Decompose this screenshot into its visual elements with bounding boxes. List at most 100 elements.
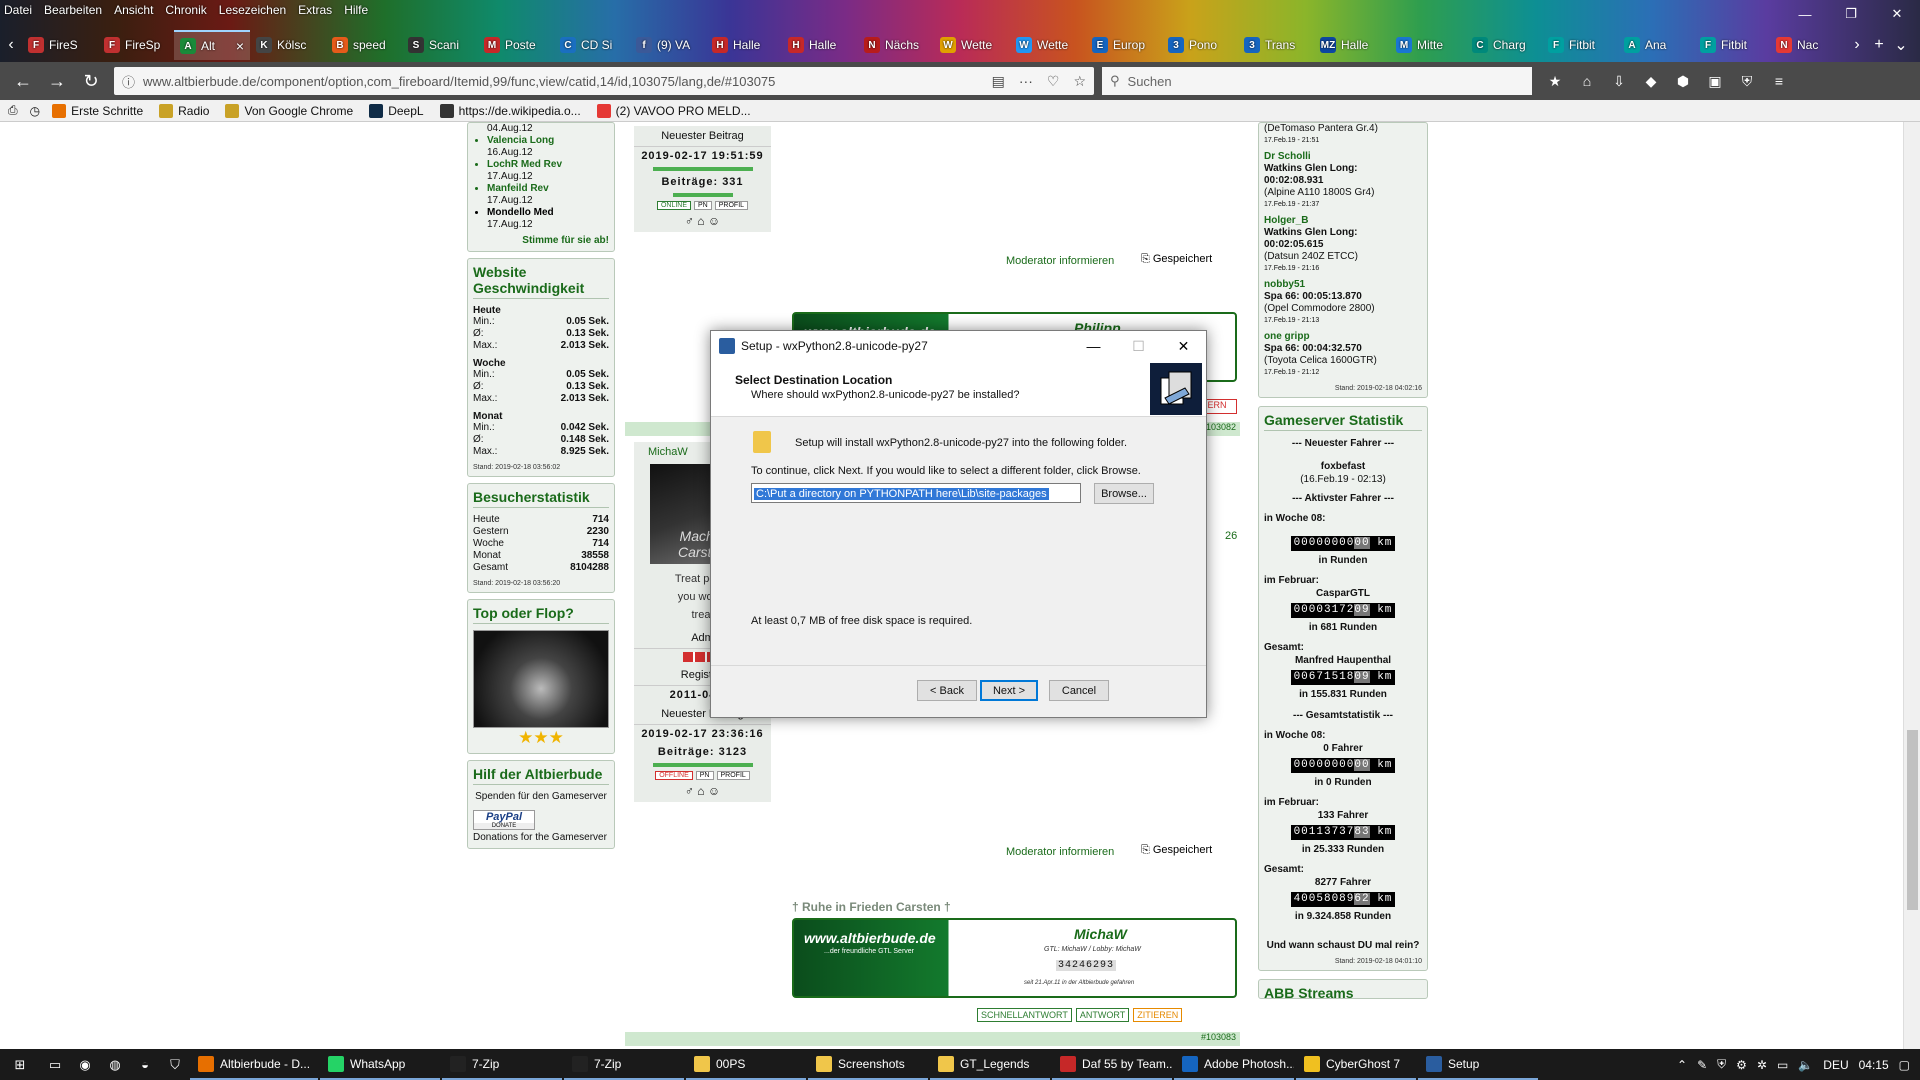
browser-tab[interactable]: H Halle <box>782 30 858 60</box>
taskbar-app[interactable]: Altbierbude - D... <box>190 1049 318 1080</box>
minimize-icon[interactable]: — <box>1782 0 1828 28</box>
taskbar-app[interactable]: Daf 55 by Team... <box>1052 1049 1172 1080</box>
adblock-icon[interactable]: ⬢ <box>1672 73 1694 90</box>
lap-user[interactable]: one gripp <box>1264 331 1422 343</box>
toplist-item[interactable]: Valencia Long16.Aug.12 <box>487 135 609 159</box>
page-scrollbar[interactable] <box>1903 122 1920 1049</box>
post2-user-icons[interactable]: ♂ ⌂ ☺ <box>634 784 771 802</box>
vote-link[interactable]: Stimme für sie ab! <box>473 235 609 246</box>
browser-tab[interactable]: 3 Pono <box>1162 30 1238 60</box>
cancel-button[interactable]: Cancel <box>1049 680 1109 701</box>
tray-shield-icon[interactable]: ⛨ <box>1717 1057 1726 1072</box>
print-icon[interactable]: ⎙ <box>8 103 18 118</box>
browser-tab[interactable]: f (9) VA <box>630 30 706 60</box>
back-button[interactable]: < Back <box>917 680 977 701</box>
taskbar-app[interactable]: Screenshots <box>808 1049 928 1080</box>
dialog-close-icon[interactable]: ✕ <box>1161 338 1206 355</box>
notifications-icon[interactable]: ▢ <box>1899 1058 1910 1072</box>
start-icon[interactable]: ⊞ <box>0 1057 40 1073</box>
browser-tab[interactable]: F Fitbit <box>1542 30 1618 60</box>
downloads-icon[interactable]: ⇩ <box>1608 73 1630 90</box>
browser-tab[interactable]: N Nächs <box>858 30 934 60</box>
browser-tab[interactable]: M Poste <box>478 30 554 60</box>
taskbar-app[interactable]: WhatsApp <box>320 1049 440 1080</box>
p2-status-profil[interactable]: PROFIL <box>716 771 750 780</box>
bookmark-item[interactable]: Radio <box>159 103 209 118</box>
topflop-image[interactable] <box>473 630 609 728</box>
back-icon[interactable]: ← <box>6 66 40 96</box>
rating-stars-icon[interactable]: ★★★ <box>473 728 609 748</box>
menu-item-lesezeichen[interactable]: Lesezeichen <box>219 3 286 17</box>
menu-item-chronik[interactable]: Chronik <box>165 3 206 17</box>
tab-scroll-left-icon[interactable]: ‹ <box>0 36 22 54</box>
bookmark-item[interactable]: Erste Schritte <box>52 103 143 118</box>
app-icon-3[interactable]: ⛉ <box>160 1057 190 1073</box>
p1-status-profil[interactable]: PROFIL <box>714 201 749 210</box>
p1-status-pn[interactable]: PN <box>694 201 712 210</box>
dialog-minimize-icon[interactable]: — <box>1071 338 1116 355</box>
scrollbar-thumb[interactable] <box>1907 730 1918 910</box>
menu-item-bearbeiten[interactable]: Bearbeiten <box>44 3 102 17</box>
tray-app-icon-2[interactable]: ⚙ <box>1736 1058 1747 1072</box>
bookmarks-menu-icon[interactable]: ★ <box>1544 73 1566 90</box>
home-icon[interactable]: ⌂ <box>1576 73 1598 90</box>
browser-tab[interactable]: MZ Halle <box>1314 30 1390 60</box>
toplist-item[interactable]: Manfeild Rev17.Aug.12 <box>487 183 609 207</box>
toplist-item[interactable]: Mondello Med17.Aug.12 <box>487 207 609 231</box>
post2-report-moderator-link[interactable]: Moderator informieren <box>1006 846 1114 858</box>
tray-volume-icon[interactable]: 🔈 <box>1798 1058 1813 1072</box>
total-driver[interactable]: Manfred Haupenthal <box>1264 654 1422 667</box>
tray-network-icon[interactable]: ▭ <box>1777 1058 1788 1072</box>
taskbar-app[interactable]: GT_Legends <box>930 1049 1050 1080</box>
reload-icon[interactable]: ↻ <box>74 66 108 96</box>
hd-icon[interactable]: ▣ <box>1704 73 1726 90</box>
new-tab-icon[interactable]: + <box>1868 36 1890 54</box>
info-icon[interactable]: ⓘ <box>122 72 135 91</box>
post2-action-zitieren[interactable]: ZITIEREN <box>1133 1008 1183 1022</box>
history-icon[interactable]: ◷ <box>30 104 40 118</box>
destination-path-input[interactable]: C:\Put a directory on PYTHONPATH here\Li… <box>751 483 1081 503</box>
post1-user-icons[interactable]: ♂ ⌂ ☺ <box>634 214 771 232</box>
browser-tab[interactable]: C Charg <box>1466 30 1542 60</box>
paypal-donate-button[interactable]: PayPal DONATE <box>473 810 535 830</box>
bookmark-item[interactable]: Von Google Chrome <box>225 103 353 118</box>
browser-tab[interactable]: E Europ <box>1086 30 1162 60</box>
newest-driver[interactable]: foxbefast <box>1264 460 1422 473</box>
p2-status-offline[interactable]: OFFLINE <box>655 771 693 780</box>
tab-close-icon[interactable]: × <box>236 38 244 54</box>
tray-chevron-icon[interactable]: ⌃ <box>1677 1058 1687 1072</box>
browse-button[interactable]: Browse... <box>1094 483 1154 504</box>
app-icon-1[interactable]: ◍ <box>100 1057 130 1073</box>
dialog-titlebar[interactable]: Setup - wxPython2.8-unicode-py27 — ☐ ✕ <box>711 331 1206 361</box>
ublock-icon[interactable]: ◆ <box>1640 73 1662 90</box>
browser-tab[interactable]: A Ana <box>1618 30 1694 60</box>
taskbar-app[interactable]: Adobe Photosh... <box>1174 1049 1294 1080</box>
tray-clock[interactable]: 04:15 <box>1859 1058 1889 1072</box>
url-bar[interactable]: ⓘ www.altbierbude.de/component/option,co… <box>114 67 1094 95</box>
p2-status-pn[interactable]: PN <box>695 771 714 780</box>
toplist-track[interactable]: Mondello Med <box>487 207 609 219</box>
browser-tab[interactable]: W Wette <box>1010 30 1086 60</box>
toplist-track[interactable]: Manfeild Rev <box>487 183 609 195</box>
taskbar-app[interactable]: 7-Zip <box>564 1049 684 1080</box>
toplist-item[interactable]: 04.Aug.12 <box>487 123 609 135</box>
search-input[interactable]: ⚲ Suchen <box>1102 67 1532 95</box>
menu-item-ansicht[interactable]: Ansicht <box>114 3 153 17</box>
tab-list-icon[interactable]: ⌄ <box>1890 35 1912 55</box>
browser-tab[interactable]: H Halle <box>706 30 782 60</box>
browser-tab[interactable]: K Kölsc <box>250 30 326 60</box>
browser-tab[interactable]: 3 Trans <box>1238 30 1314 60</box>
feb-driver[interactable]: CasparGTL <box>1264 587 1422 600</box>
reader-view-icon[interactable]: ▤ <box>992 73 1005 90</box>
taskbar-app[interactable]: Setup <box>1418 1049 1538 1080</box>
hamburger-menu-icon[interactable]: ≡ <box>1768 73 1790 90</box>
post2-action-antwort[interactable]: ANTWORT <box>1075 1008 1130 1022</box>
bookmark-item[interactable]: https://de.wikipedia.o... <box>439 103 581 118</box>
menu-item-extras[interactable]: Extras <box>298 3 332 17</box>
menu-item-datei[interactable]: Datei <box>4 3 32 17</box>
browser-tab[interactable]: W Wette <box>934 30 1010 60</box>
page-actions-icon[interactable]: ··· <box>1019 73 1033 90</box>
taskbar-app[interactable]: 00PS <box>686 1049 806 1080</box>
task-view-icon[interactable]: ▭ <box>40 1057 70 1073</box>
app-icon-2[interactable]: ◒ <box>130 1057 160 1072</box>
